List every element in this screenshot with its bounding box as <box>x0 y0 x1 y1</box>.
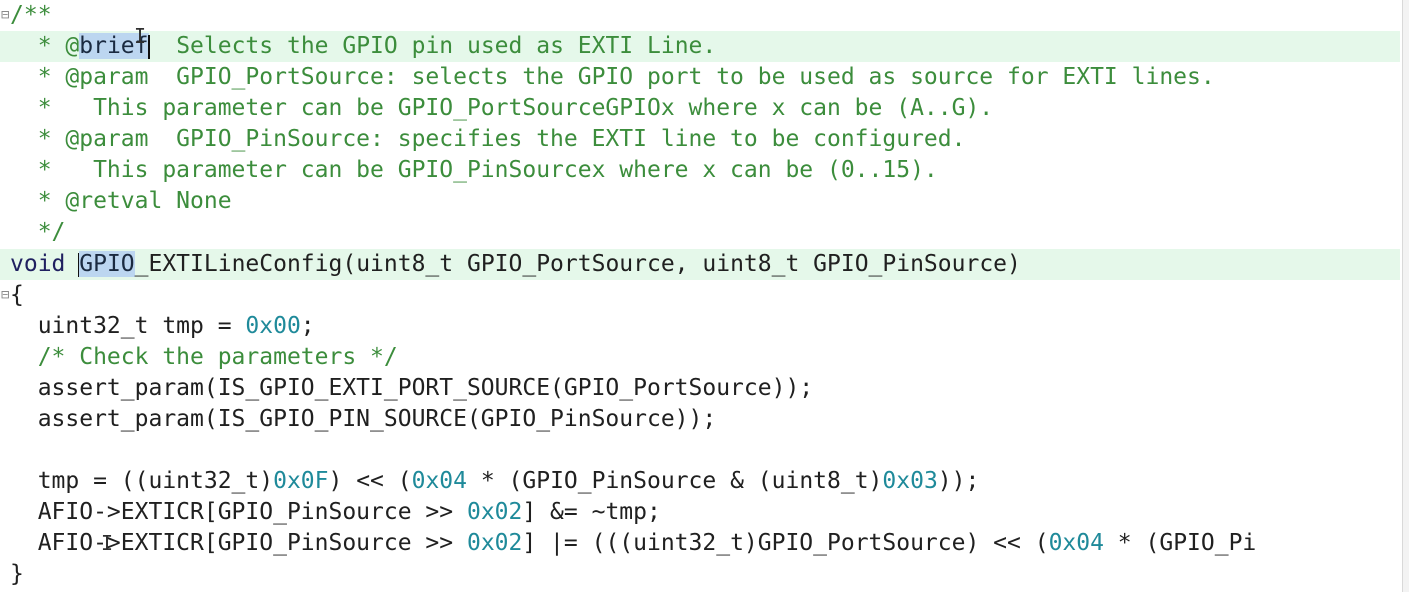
line-code: * This parameter can be GPIO_PortSourceG… <box>10 95 994 121</box>
line-code: uint32_t tmp = 0x00; <box>10 313 315 339</box>
line-gutter <box>0 559 10 590</box>
text-caret <box>147 34 150 59</box>
code-line[interactable]: AFIO->EXTICR[GPIO_PinSource >> 0x02] &= … <box>0 497 1400 528</box>
code-line[interactable]: * This parameter can be GPIO_PinSourcex … <box>0 155 1400 186</box>
line-gutter <box>0 373 10 404</box>
line-gutter <box>0 62 10 93</box>
mouse-ibeam-cursor-icon: I <box>101 531 114 555</box>
line-code: * @brief Selects the GPIO pin used as EX… <box>10 33 717 59</box>
line-gutter <box>0 124 10 155</box>
code-line[interactable]: ⊟ /** <box>0 0 1400 31</box>
line-code: * This parameter can be GPIO_PinSourcex … <box>10 157 938 183</box>
line-code: * @retval None <box>10 188 232 214</box>
code-line[interactable]: AFIO->EXTICR[GPIO_PinSource >> 0x02] |= … <box>0 528 1400 559</box>
selected-text: GPIO <box>79 251 135 277</box>
line-code: { <box>10 282 24 308</box>
code-line[interactable]: * This parameter can be GPIO_PortSourceG… <box>0 93 1400 124</box>
line-code: assert_param(IS_GPIO_PIN_SOURCE(GPIO_Pin… <box>10 406 717 432</box>
line-code: */ <box>10 219 66 245</box>
code-line[interactable]: assert_param(IS_GPIO_EXTI_PORT_SOURCE(GP… <box>0 373 1400 404</box>
code-line[interactable]: * @param GPIO_PinSource: specifies the E… <box>0 124 1400 155</box>
fold-toggle-icon[interactable]: ⊟ <box>0 280 10 311</box>
line-gutter <box>0 528 10 559</box>
line-gutter <box>0 497 10 528</box>
editor-right-edge <box>1402 0 1409 592</box>
line-code: AFIO->EXTICR[GPIO_PinSource >> 0x02] |= … <box>10 530 1257 556</box>
line-gutter <box>0 342 10 373</box>
code-line[interactable]: assert_param(IS_GPIO_PIN_SOURCE(GPIO_Pin… <box>0 404 1400 435</box>
mouse-ibeam-cursor-icon: I <box>134 24 147 48</box>
line-code: } <box>10 561 24 587</box>
line-gutter <box>0 217 10 248</box>
code-line[interactable]: */ <box>0 217 1400 248</box>
code-editor[interactable]: ⊟ /** * @brief Selects the GPIO pin used… <box>0 0 1409 592</box>
line-gutter <box>0 155 10 186</box>
code-line[interactable]: /* Check the parameters */ <box>0 342 1400 373</box>
code-line[interactable]: uint32_t tmp = 0x00; <box>0 311 1400 342</box>
code-line-current[interactable]: void GPIO_EXTILineConfig(uint8_t GPIO_Po… <box>0 249 1400 280</box>
line-gutter <box>0 311 10 342</box>
line-gutter <box>0 93 10 124</box>
code-line[interactable] <box>0 435 1400 466</box>
line-gutter <box>0 404 10 435</box>
line-code: assert_param(IS_GPIO_EXTI_PORT_SOURCE(GP… <box>10 375 814 401</box>
line-gutter <box>0 466 10 497</box>
code-line[interactable]: } <box>0 559 1400 590</box>
line-code: void GPIO_EXTILineConfig(uint8_t GPIO_Po… <box>10 251 1021 277</box>
code-line-current[interactable]: * @brief Selects the GPIO pin used as EX… <box>0 31 1400 62</box>
line-gutter <box>0 249 10 280</box>
line-code: AFIO->EXTICR[GPIO_PinSource >> 0x02] &= … <box>10 499 661 525</box>
code-line[interactable]: * @param GPIO_PortSource: selects the GP… <box>0 62 1400 93</box>
code-line[interactable]: tmp = ((uint32_t)0x0F) << (0x04 * (GPIO_… <box>0 466 1400 497</box>
line-code: /** <box>10 2 52 28</box>
fold-toggle-icon[interactable]: ⊟ <box>0 0 10 31</box>
line-gutter <box>0 31 10 62</box>
line-gutter <box>0 186 10 217</box>
line-gutter <box>0 435 10 466</box>
line-code: /* Check the parameters */ <box>10 344 398 370</box>
line-code: tmp = ((uint32_t)0x0F) << (0x04 * (GPIO_… <box>10 468 980 494</box>
line-code: * @param GPIO_PortSource: selects the GP… <box>10 64 1215 90</box>
line-code: * @param GPIO_PinSource: specifies the E… <box>10 126 966 152</box>
code-line[interactable]: * @retval None <box>0 186 1400 217</box>
code-line[interactable]: ⊟ { <box>0 280 1400 311</box>
